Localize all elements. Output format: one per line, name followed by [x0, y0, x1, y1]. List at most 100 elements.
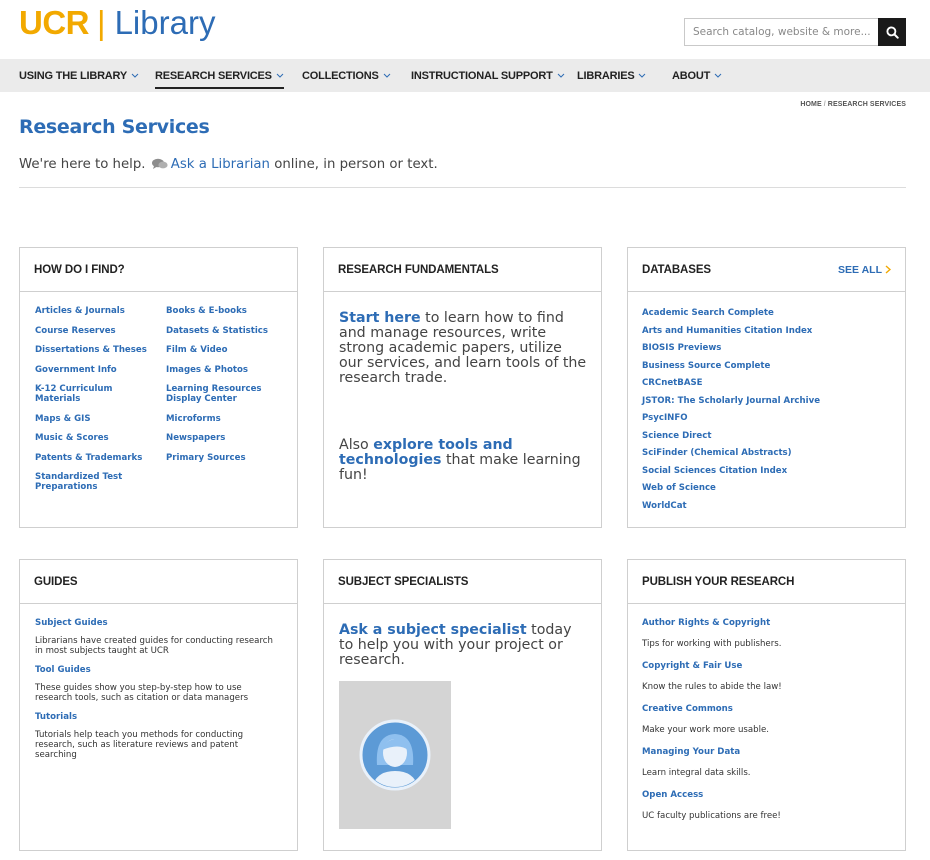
find-link[interactable]: Microforms — [166, 414, 291, 424]
nav-label: USING THE LIBRARY — [19, 69, 128, 82]
site-search — [684, 18, 906, 46]
specialist-paragraph: Ask a subject specialist today to help y… — [339, 623, 589, 668]
person-avatar-icon — [359, 719, 431, 791]
find-link[interactable]: Newspapers — [166, 433, 291, 443]
fundamentals-paragraph: Start here to learn how to find and mana… — [339, 311, 589, 386]
card-header: HOW DO I FIND? — [20, 248, 297, 292]
breadcrumb-separator: / — [823, 101, 826, 108]
find-link[interactable]: K-12 Curriculum Materials — [35, 384, 120, 404]
nav-label: LIBRARIES — [577, 69, 635, 82]
library-logo[interactable]: UCR | Library — [19, 0, 215, 44]
see-all-link[interactable]: SEE ALL — [838, 264, 891, 276]
chevron-down-icon — [276, 73, 284, 78]
find-link[interactable]: Maps & GIS — [35, 414, 155, 424]
card-header: PUBLISH YOUR RESEARCH — [628, 560, 905, 604]
find-link[interactable]: Learning Resources Display Center — [166, 384, 266, 404]
divider — [19, 187, 906, 188]
find-link[interactable]: Standardized Test Preparations — [35, 472, 130, 492]
find-link[interactable]: Dissertations & Theses — [35, 345, 155, 355]
tool-guides-link[interactable]: Tool Guides — [35, 665, 283, 675]
database-link[interactable]: BIOSIS Previews — [642, 343, 891, 353]
logo-separator: | — [97, 3, 106, 41]
find-right-column: Books & E-books Datasets & Statistics Fi… — [166, 306, 291, 472]
guide-description: Librarians have created guides for condu… — [35, 636, 273, 656]
chevron-down-icon — [557, 73, 565, 78]
search-button[interactable] — [878, 18, 906, 46]
card-title: PUBLISH YOUR RESEARCH — [642, 575, 795, 588]
publish-link[interactable]: Managing Your Data — [642, 747, 891, 757]
database-link[interactable]: JSTOR: The Scholarly Journal Archive — [642, 396, 891, 406]
explore-before: Also — [339, 437, 369, 453]
find-link[interactable]: Books & E-books — [166, 306, 291, 316]
search-icon — [885, 25, 899, 39]
find-link[interactable]: Course Reserves — [35, 326, 155, 336]
publish-link[interactable]: Creative Commons — [642, 704, 891, 714]
nav-label: INSTRUCTIONAL SUPPORT — [411, 69, 553, 82]
see-all-label: SEE ALL — [838, 263, 882, 276]
database-link[interactable]: SciFinder (Chemical Abstracts) — [642, 448, 891, 458]
chevron-down-icon — [639, 73, 646, 78]
find-link[interactable]: Music & Scores — [35, 433, 155, 443]
start-here-link[interactable]: Start here — [339, 310, 421, 326]
find-link[interactable]: Patents & Trademarks — [35, 453, 155, 463]
card-header: DATABASES SEE ALL — [628, 248, 905, 292]
guide-description: Tutorials help teach you methods for con… — [35, 730, 244, 760]
database-link[interactable]: Science Direct — [642, 431, 891, 441]
guide-list: Subject Guides Librarians have created g… — [20, 604, 297, 760]
main-nav: USING THE LIBRARY RESEARCH SERVICES COLL… — [0, 59, 930, 92]
breadcrumb-current: RESEARCH SERVICES — [827, 101, 906, 108]
search-input[interactable] — [684, 18, 878, 46]
nav-about[interactable]: ABOUT — [672, 59, 722, 92]
find-links: Articles & Journals Course Reserves Diss… — [20, 292, 297, 492]
nav-libraries[interactable]: LIBRARIES — [577, 59, 646, 92]
logo-library: Library — [114, 3, 216, 41]
guide-description: These guides show you step-by-step how t… — [35, 683, 249, 703]
nav-research-services[interactable]: RESEARCH SERVICES — [155, 59, 284, 92]
card-header: SUBJECT SPECIALISTS — [324, 560, 601, 604]
find-link[interactable]: Government Info — [35, 365, 155, 375]
nav-label: RESEARCH SERVICES — [155, 69, 272, 82]
database-link[interactable]: Arts and Humanities Citation Index — [642, 326, 891, 336]
database-link[interactable]: CRCnetBASE — [642, 378, 891, 388]
guides-card: GUIDES Subject Guides Librarians have cr… — [19, 559, 298, 851]
card-title: DATABASES — [642, 263, 711, 276]
publish-description: Tips for working with publishers. — [642, 639, 782, 649]
ask-specialist-link[interactable]: Ask a subject specialist — [339, 622, 527, 638]
publish-description: Learn integral data skills. — [642, 768, 751, 778]
chat-bubbles-icon — [151, 158, 168, 169]
find-link[interactable]: Film & Video — [166, 345, 291, 355]
specialist-photo-placeholder — [339, 681, 451, 829]
nav-collections[interactable]: COLLECTIONS — [302, 59, 391, 92]
find-link[interactable]: Primary Sources — [166, 453, 291, 463]
tutorials-link[interactable]: Tutorials — [35, 712, 283, 722]
database-link[interactable]: WorldCat — [642, 501, 891, 511]
database-link[interactable]: Academic Search Complete — [642, 308, 891, 318]
breadcrumb-home[interactable]: HOME — [800, 101, 821, 108]
database-link[interactable]: Social Sciences Citation Index — [642, 466, 891, 476]
nav-instructional-support[interactable]: INSTRUCTIONAL SUPPORT — [411, 59, 565, 92]
chevron-down-icon — [383, 73, 390, 78]
find-link[interactable]: Datasets & Statistics — [166, 326, 291, 336]
card-title: GUIDES — [34, 575, 78, 588]
chevron-down-icon — [131, 73, 139, 78]
database-link[interactable]: Web of Science — [642, 483, 891, 493]
ask-a-librarian-link[interactable]: Ask a Librarian — [171, 157, 270, 172]
publish-link[interactable]: Author Rights & Copyright — [642, 618, 891, 628]
find-link[interactable]: Articles & Journals — [35, 306, 155, 316]
explore-paragraph: Also explore tools and technologies that… — [339, 438, 589, 483]
nav-using-the-library[interactable]: USING THE LIBRARY — [19, 59, 139, 92]
databases-card: DATABASES SEE ALL Academic Search Comple… — [627, 247, 906, 528]
intro-before: We're here to help. — [19, 157, 146, 172]
publish-description: UC faculty publications are free! — [642, 811, 781, 821]
chevron-down-icon — [714, 73, 722, 78]
publish-link[interactable]: Copyright & Fair Use — [642, 661, 891, 671]
breadcrumb: HOME / RESEARCH SERVICES — [800, 101, 906, 108]
subject-guides-link[interactable]: Subject Guides — [35, 618, 283, 628]
logo-ucr: UCR — [19, 3, 90, 41]
publish-link[interactable]: Open Access — [642, 790, 891, 800]
find-link[interactable]: Images & Photos — [166, 365, 291, 375]
card-header: RESEARCH FUNDAMENTALS — [324, 248, 601, 292]
card-title: HOW DO I FIND? — [34, 263, 125, 276]
database-link[interactable]: Business Source Complete — [642, 361, 891, 371]
database-link[interactable]: PsycINFO — [642, 413, 891, 423]
